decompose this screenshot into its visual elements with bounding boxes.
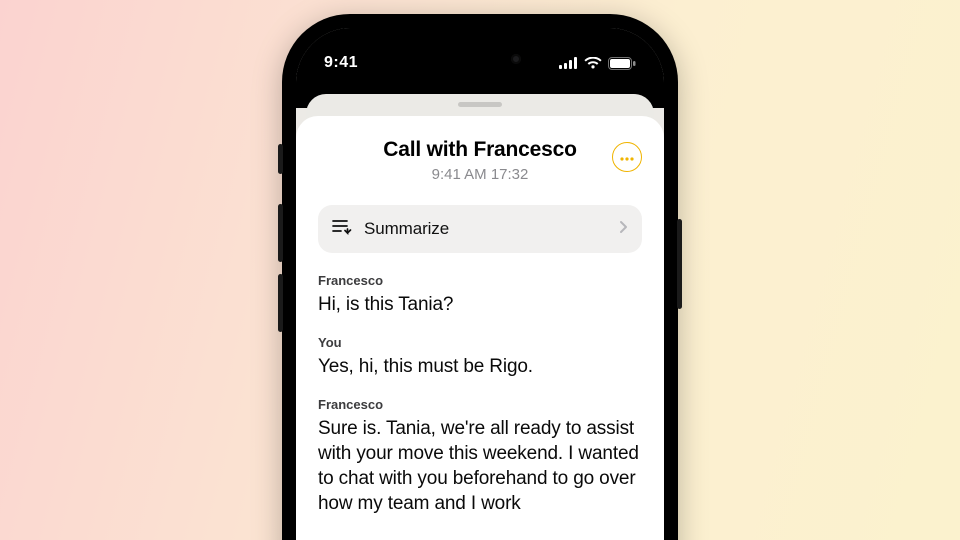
transcript-entry: Francesco Hi, is this Tania? [318,273,642,317]
speaker-label: Francesco [318,397,642,412]
dynamic-island [417,41,543,77]
transcript-text: Hi, is this Tania? [318,292,642,317]
text-summary-icon [332,219,352,240]
transcript-entry: Francesco Sure is. Tania, we're all read… [318,397,642,516]
more-options-button[interactable] [612,142,642,172]
phone-frame: 9:41 Call with Francesco 9:41 AM 17:32 [282,14,678,540]
transcript-entry: You Yes, hi, this must be Rigo. [318,335,642,379]
side-button-volume-up [278,204,283,262]
status-time: 9:41 [324,54,358,72]
cellular-signal-icon [559,57,578,69]
battery-full-icon [608,57,636,70]
sheet-grabber[interactable] [458,102,502,107]
speaker-label: You [318,335,642,350]
summarize-label: Summarize [364,219,607,239]
call-transcript-sheet: Call with Francesco 9:41 AM 17:32 Summar… [296,116,664,540]
side-button-volume-down [278,274,283,332]
wifi-icon [584,57,602,69]
page-title: Call with Francesco [318,138,642,162]
chevron-right-icon [619,220,628,239]
phone-screen: 9:41 Call with Francesco 9:41 AM 17:32 [296,28,664,540]
transcript: Francesco Hi, is this Tania? You Yes, hi… [318,273,642,516]
transcript-text: Yes, hi, this must be Rigo. [318,354,642,379]
call-meta: 9:41 AM 17:32 [318,166,642,183]
status-indicators [559,57,636,70]
sheet-header: Call with Francesco 9:41 AM 17:32 [318,138,642,183]
speaker-label: Francesco [318,273,642,288]
side-button-silent [278,144,283,174]
transcript-text: Sure is. Tania, we're all ready to assis… [318,416,642,516]
side-button-power [677,219,682,309]
summarize-button[interactable]: Summarize [318,205,642,253]
ellipsis-icon [620,148,634,166]
